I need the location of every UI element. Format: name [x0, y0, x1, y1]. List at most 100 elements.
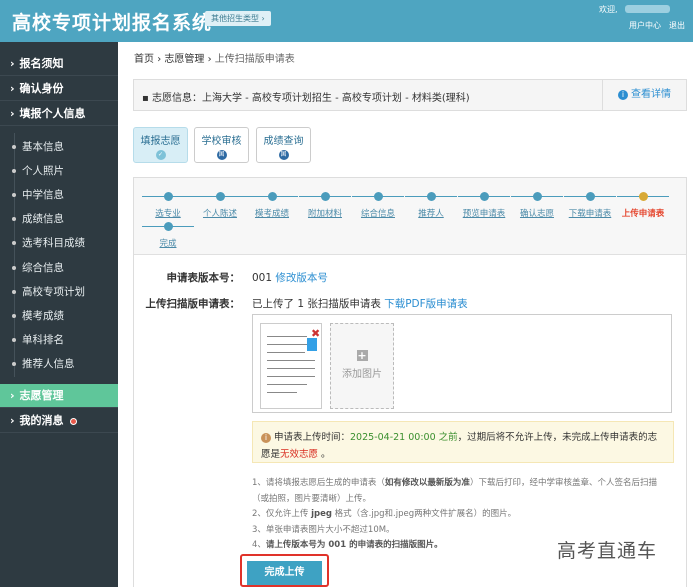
- sidebar-sub-elective-scores[interactable]: 选考科目成绩: [12, 235, 85, 251]
- sidebar-sub-subject-rank[interactable]: 单科排名: [12, 332, 64, 348]
- step-dot-icon: [426, 192, 436, 201]
- info-icon: i: [261, 433, 271, 443]
- header: 高校专项计划报名系统 其他招生类型 › 欢迎, 用户中心 退出: [0, 0, 693, 42]
- progress-steps: 选专业 个人陈述 模考成绩 附加材料 综合信息 推荐人 预览申请表 确认志愿 下载申请表 上传申请…: [134, 178, 686, 255]
- step-label: 推荐人: [418, 209, 444, 219]
- step-label: 完成: [159, 239, 177, 249]
- breadcrumb-sep: ›: [207, 54, 212, 65]
- step-dot-icon: [479, 192, 489, 201]
- sidebar-sub-special-plan[interactable]: 高校专项计划: [12, 284, 85, 300]
- step-label: 个人陈述: [202, 209, 237, 219]
- sidebar: › 报名须知 › 确认身份 › 填报个人信息 基本信息 个人照片 中学信息 成绩信息 …: [0, 42, 118, 587]
- username-blurred: [625, 5, 670, 13]
- step-dot-icon: [532, 192, 542, 201]
- view-details-link[interactable]: i 查看详情: [602, 80, 686, 110]
- logout-link[interactable]: 退出: [669, 21, 685, 30]
- chevron-right-icon: ›: [10, 82, 15, 95]
- sidebar-item-personal-info[interactable]: › 填报个人信息: [0, 102, 118, 126]
- volunteer-info-box: ▪ 志愿信息：上海大学 - 高校专项计划招生 - 高校专项计划 - 材料类(理科…: [133, 79, 687, 111]
- sidebar-item-volunteer-manage[interactable]: › 志愿管理: [0, 384, 118, 408]
- tab-school-review[interactable]: 学校审核囯: [194, 127, 249, 163]
- step-dot-icon: [163, 222, 173, 231]
- status-icon: 囯: [278, 150, 289, 160]
- highlight-box: 完成上传: [240, 554, 329, 587]
- chevron-right-icon: ›: [10, 389, 15, 402]
- step-label: 预览申请表: [462, 209, 506, 219]
- edit-version-link[interactable]: 修改版本号: [275, 272, 328, 284]
- step-10: 上传申请表: [617, 192, 669, 219]
- sidebar-sub-comprehensive[interactable]: 综合信息: [12, 260, 64, 276]
- step-label: 选专业: [155, 209, 181, 219]
- plus-icon: +: [356, 349, 368, 362]
- step-3[interactable]: 模考成绩: [246, 192, 298, 219]
- download-pdf-link[interactable]: 下载PDF版申请表: [384, 298, 467, 310]
- step-8[interactable]: 确认志愿: [511, 192, 563, 219]
- breadcrumb-home[interactable]: 首页: [134, 54, 154, 65]
- upload-status: 已上传了 1 张扫描版申请表 下载PDF版申请表: [252, 298, 468, 310]
- other-types-button[interactable]: 其他招生类型 ›: [205, 11, 271, 26]
- step-dot-icon: [320, 192, 330, 201]
- welcome-text: 欢迎,: [599, 5, 618, 14]
- status-icon: 囯: [216, 150, 227, 160]
- unread-dot-icon: [69, 417, 77, 425]
- sidebar-item-label: 填报个人信息: [19, 107, 86, 120]
- chevron-right-icon: ›: [10, 107, 15, 120]
- sidebar-item-label: 报名须知: [19, 57, 64, 70]
- step-2[interactable]: 个人陈述: [194, 192, 246, 219]
- breadcrumb-section[interactable]: 志愿管理: [164, 54, 204, 65]
- step-label: 下载申请表: [568, 209, 612, 219]
- step-label: 确认志愿: [519, 209, 554, 219]
- step-dot-icon: [638, 192, 648, 201]
- volunteer-info-text: ▪ 志愿信息：上海大学 - 高校专项计划招生 - 高校专项计划 - 材料类(理科…: [142, 93, 470, 104]
- sidebar-item-label: 确认身份: [19, 82, 64, 95]
- delete-icon[interactable]: ✖: [311, 327, 320, 340]
- tab-fill-volunteer[interactable]: 填报志愿 ✓: [133, 127, 188, 163]
- chevron-right-icon: ›: [10, 57, 15, 70]
- breadcrumb: 首页 › 志愿管理 › 上传扫描版申请表: [134, 50, 295, 65]
- info-icon: i: [618, 90, 628, 100]
- breadcrumb-current: 上传扫描版申请表: [214, 54, 295, 65]
- user-center-link[interactable]: 用户中心: [629, 21, 661, 30]
- chevron-right-icon: ›: [10, 414, 15, 427]
- sidebar-sub-basic-info[interactable]: 基本信息: [12, 139, 64, 155]
- step-11[interactable]: 完成: [142, 222, 194, 249]
- breadcrumb-sep: ›: [157, 54, 162, 65]
- add-image-button[interactable]: + 添加图片: [330, 323, 394, 409]
- step-dot-icon: [267, 192, 277, 201]
- step-6[interactable]: 推荐人: [405, 192, 457, 219]
- uploaded-image-thumbnail[interactable]: ✖: [260, 323, 322, 409]
- finish-upload-button[interactable]: 完成上传: [247, 561, 322, 585]
- version-label: 申请表版本号：: [166, 272, 241, 284]
- app-title: 高校专项计划报名系统: [12, 12, 213, 34]
- deadline-notice: i 申请表上传时间：2025-04-21 00:00 之前，过期后将不允许上传，未…: [252, 421, 674, 463]
- sidebar-sub-recommender[interactable]: 推荐人信息: [12, 356, 75, 372]
- step-4[interactable]: 附加材料: [299, 192, 351, 219]
- step-dot-icon: [585, 192, 595, 201]
- step-5[interactable]: 综合信息: [352, 192, 404, 219]
- step-label: 综合信息: [360, 209, 395, 219]
- step-9[interactable]: 下载申请表: [564, 192, 616, 219]
- sidebar-item-messages[interactable]: › 我的消息: [0, 409, 118, 433]
- step-1[interactable]: 选专业: [142, 192, 194, 219]
- check-icon: ✓: [155, 150, 166, 160]
- watermark: 高考直通车: [557, 540, 658, 562]
- user-links: 用户中心 退出: [621, 20, 685, 31]
- upload-area: ✖ + 添加图片: [252, 314, 672, 413]
- step-label: 附加材料: [307, 209, 342, 219]
- version-value: 001 修改版本号: [252, 272, 328, 284]
- step-label: 上传申请表: [621, 209, 665, 219]
- step-dot-icon: [373, 192, 383, 201]
- tab-score-query[interactable]: 成绩查询囯: [256, 127, 311, 163]
- sidebar-sub-photo[interactable]: 个人照片: [12, 163, 64, 179]
- sidebar-item-confirm-identity[interactable]: › 确认身份: [0, 77, 118, 101]
- sidebar-sub-mock-scores[interactable]: 模考成绩: [12, 308, 64, 324]
- step-label: 模考成绩: [254, 209, 289, 219]
- sidebar-item-notice[interactable]: › 报名须知: [0, 52, 118, 76]
- upload-label: 上传扫描版申请表：: [145, 298, 241, 310]
- step-dot-icon: [215, 192, 225, 201]
- step-dot-icon: [163, 192, 173, 201]
- sidebar-sub-scores[interactable]: 成绩信息: [12, 211, 64, 227]
- sidebar-item-label: 我的消息: [19, 414, 64, 427]
- step-7[interactable]: 预览申请表: [458, 192, 510, 219]
- sidebar-sub-school[interactable]: 中学信息: [12, 187, 64, 203]
